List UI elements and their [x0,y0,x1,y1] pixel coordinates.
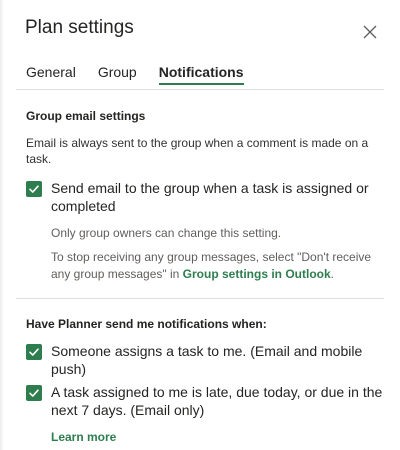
checkmark-icon [29,185,39,193]
stop-messages-suffix: . [330,267,335,281]
panel-title: Plan settings [25,17,134,38]
close-icon [363,25,377,39]
notify-assigned-checkbox[interactable] [26,344,42,360]
notifications-heading: Have Planner send me notifications when: [26,317,267,331]
tab-group[interactable]: Group [98,62,137,86]
group-email-description: Email is always sent to the group when a… [26,136,369,166]
notify-assigned-label: Someone assigns a task to me. (Email and… [51,343,363,377]
notify-assigned-checkbox-row[interactable]: Someone assigns a task to me. (Email and… [26,342,386,378]
panel-shadow [0,0,4,450]
close-button[interactable] [360,22,380,42]
plan-settings-panel: Plan settings General Group Notification… [0,0,400,450]
learn-more-link[interactable]: Learn more [51,430,116,444]
send-group-email-label: Send email to the group when a task is a… [51,180,369,214]
notify-late-label: A task assigned to me is late, due today… [51,384,383,418]
section-divider [16,298,384,299]
send-group-email-checkbox-row[interactable]: Send email to the group when a task is a… [26,179,386,215]
group-email-heading: Group email settings [26,109,146,123]
notify-late-checkbox[interactable] [26,385,42,401]
tab-notifications[interactable]: Notifications [158,62,244,86]
notify-late-checkbox-row[interactable]: A task assigned to me is late, due today… [26,383,386,419]
owner-note: Only group owners can change this settin… [51,226,282,240]
settings-tabs: General Group Notifications [26,62,266,86]
tab-general[interactable]: General [26,62,76,86]
send-group-email-checkbox[interactable] [26,181,42,197]
stop-messages-note: To stop receiving any group messages, se… [51,249,381,283]
checkmark-icon [29,348,39,356]
tabs-divider [16,89,384,90]
group-settings-outlook-link[interactable]: Group settings in Outlook [183,267,331,281]
checkmark-icon [29,389,39,397]
